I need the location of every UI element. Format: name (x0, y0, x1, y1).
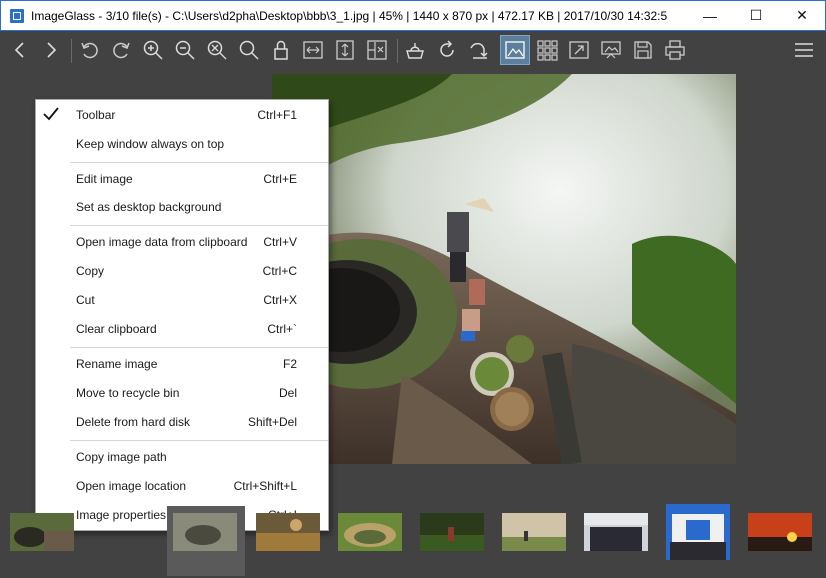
menu-separator (70, 225, 328, 226)
menu-item-shortcut: Ctrl+V (263, 235, 297, 249)
menu-item-label: Cut (76, 293, 95, 307)
thumbnail-bar-icon[interactable] (532, 35, 562, 65)
menu-item-copy-image-path[interactable]: Copy image path (36, 443, 328, 471)
menu-item-label: Image properties (76, 508, 167, 522)
zoom-in-icon[interactable] (138, 35, 168, 65)
menu-item-shortcut: Ctrl+Shift+L (233, 479, 297, 493)
menu-item-shortcut: Ctrl+C (262, 264, 297, 278)
menu-item-label: Keep window always on top (76, 137, 225, 151)
menu-item-move-to-recycle-bin[interactable]: Move to recycle bin Del (36, 379, 328, 407)
lock-zoom-icon[interactable] (266, 35, 296, 65)
menu-item-open-from-clipboard[interactable]: Open image data from clipboard Ctrl+V (36, 228, 328, 256)
menu-separator (70, 162, 328, 163)
toolbar-separator (71, 39, 72, 63)
window-title: ImageGlass - 3/10 file(s) - C:\Users\d2p… (31, 8, 668, 23)
menu-separator (70, 440, 328, 441)
close-button[interactable]: ✕ (779, 1, 825, 30)
print-icon[interactable] (660, 35, 690, 65)
auto-zoom-icon[interactable] (362, 35, 392, 65)
checkmark-icon (42, 106, 60, 122)
context-menu: Toolbar Ctrl+F1 Keep window always on to… (35, 99, 329, 531)
menu-item-label: Open image location (76, 479, 187, 493)
menu-item-delete-from-disk[interactable]: Delete from hard disk Shift+Del (36, 408, 328, 436)
slideshow-icon[interactable] (596, 35, 626, 65)
window-controls: — ☐ ✕ (687, 1, 825, 30)
menu-item-shortcut: Ctrl+` (267, 322, 297, 336)
menu-item-rename-image[interactable]: Rename image F2 (36, 350, 328, 378)
thumbnail[interactable] (502, 513, 566, 551)
menu-item-shortcut: F2 (282, 357, 297, 371)
menu-item-toolbar[interactable]: Toolbar Ctrl+F1 (36, 101, 328, 129)
menu-item-label: Open image data from clipboard (76, 235, 248, 249)
thumbnail[interactable] (420, 513, 484, 551)
title-bar[interactable]: ImageGlass - 3/10 file(s) - C:\Users\d2p… (0, 0, 826, 31)
menu-item-label: Rename image (76, 357, 158, 371)
menu-separator (70, 347, 328, 348)
thumbnail[interactable] (748, 513, 812, 551)
full-screen-icon[interactable] (564, 35, 594, 65)
menu-item-label: Copy (76, 264, 105, 278)
main-image[interactable] (272, 74, 736, 464)
menu-item-keep-on-top[interactable]: Keep window always on top (36, 130, 328, 158)
menu-item-label: Clear clipboard (76, 322, 157, 336)
menu-item-clear-clipboard[interactable]: Clear clipboard Ctrl+` (36, 315, 328, 343)
menu-item-cut[interactable]: Cut Ctrl+X (36, 286, 328, 314)
save-icon[interactable] (628, 35, 658, 65)
menu-item-label: Edit image (76, 172, 133, 186)
menu-item-shortcut: Ctrl+X (263, 293, 297, 307)
thumbnail[interactable] (256, 513, 320, 551)
rotate-right-icon[interactable] (106, 35, 136, 65)
refresh-icon[interactable] (432, 35, 462, 65)
menu-item-shortcut: Del (278, 386, 297, 400)
menu-item-label: Move to recycle bin (76, 386, 180, 400)
open-file-icon[interactable] (400, 35, 430, 65)
thumbnail[interactable] (10, 513, 74, 551)
app-logo-icon (10, 8, 24, 23)
toolbar (0, 31, 826, 71)
menu-item-copy[interactable]: Copy Ctrl+C (36, 257, 328, 285)
menu-item-open-image-location[interactable]: Open image location Ctrl+Shift+L (36, 472, 328, 500)
actual-size-icon[interactable] (234, 35, 264, 65)
previous-image-icon[interactable] (5, 35, 35, 65)
main-menu-icon[interactable] (789, 35, 819, 65)
scale-to-height-icon[interactable] (330, 35, 360, 65)
thumbnail[interactable] (584, 513, 648, 551)
thumbnail[interactable] (338, 513, 402, 551)
scale-to-fit-icon[interactable] (202, 35, 232, 65)
scale-to-width-icon[interactable] (298, 35, 328, 65)
maximize-button[interactable]: ☐ (733, 1, 779, 30)
menu-item-edit-image[interactable]: Edit image Ctrl+E (36, 165, 328, 193)
menu-item-label: Copy image path (76, 450, 167, 464)
menu-item-label: Set as desktop background (76, 200, 222, 214)
zoom-out-icon[interactable] (170, 35, 200, 65)
menu-item-shortcut: Ctrl+E (263, 172, 297, 186)
toolbar-separator (397, 39, 398, 63)
next-image-icon[interactable] (36, 35, 66, 65)
menu-item-shortcut: Ctrl+F1 (257, 108, 297, 122)
thumbnail[interactable] (173, 513, 237, 551)
menu-item-label: Toolbar (76, 108, 116, 122)
menu-item-set-desktop-background[interactable]: Set as desktop background (36, 193, 328, 221)
menu-item-shortcut: Shift+Del (247, 415, 297, 429)
menu-item-label: Delete from hard disk (76, 415, 191, 429)
rotate-left-icon[interactable] (75, 35, 105, 65)
checkerboard-icon[interactable] (500, 35, 530, 65)
goto-image-icon[interactable] (464, 35, 494, 65)
thumbnail[interactable] (666, 504, 730, 560)
minimize-button[interactable]: — (687, 1, 733, 30)
